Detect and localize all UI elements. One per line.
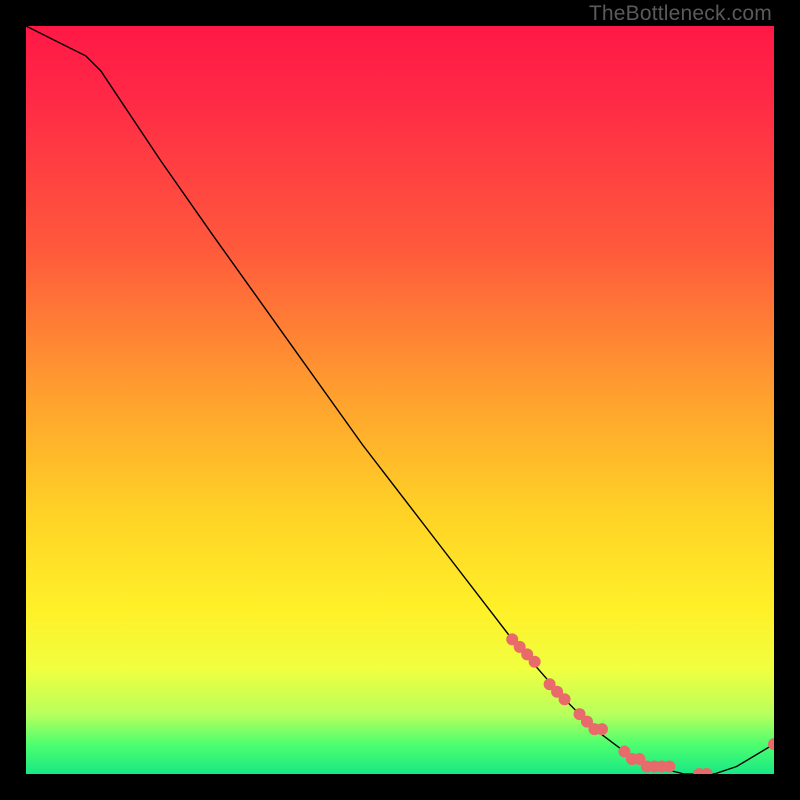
data-point xyxy=(663,761,675,773)
data-point xyxy=(768,738,774,750)
marker-group xyxy=(506,633,774,774)
watermark-text: TheBottleneck.com xyxy=(589,2,772,26)
data-point xyxy=(529,656,541,668)
curve-line xyxy=(26,26,774,774)
data-point xyxy=(596,723,608,735)
data-point xyxy=(559,693,571,705)
chart-overlay xyxy=(26,26,774,774)
chart-stage: TheBottleneck.com xyxy=(0,0,800,800)
plot-area xyxy=(26,26,774,774)
data-point xyxy=(701,768,713,774)
